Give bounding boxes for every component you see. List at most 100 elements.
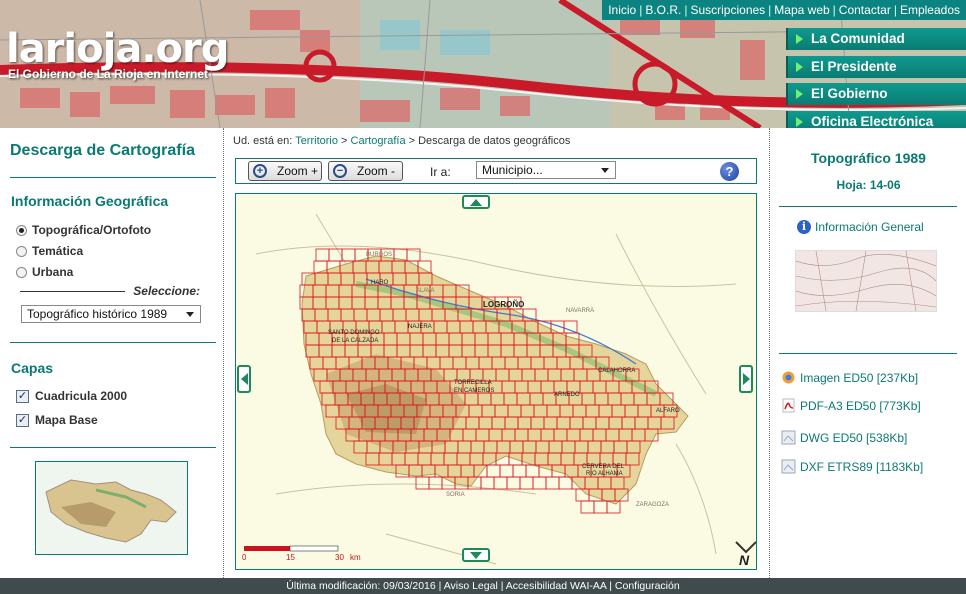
scale-label-15: 15 xyxy=(286,553,295,562)
arrow-up-icon xyxy=(470,198,482,206)
download-dwg-ed50[interactable]: DWG ED50 [538Kb] xyxy=(781,430,907,445)
pan-left-button[interactable] xyxy=(237,365,251,393)
sheet-thumbnail xyxy=(795,250,937,312)
chevron-down-icon xyxy=(601,168,609,173)
pan-down-button[interactable] xyxy=(462,548,490,562)
site-header: Inicio | B.O.R. | Suscripciones | Mapa web | Con… xyxy=(0,0,966,128)
top-link-bor[interactable]: B.O.R. xyxy=(645,3,681,17)
breadcrumb-prefix: Ud. está en: xyxy=(233,135,293,147)
download-label: Imagen ED50 [237Kb] xyxy=(800,370,919,385)
overview-minimap[interactable] xyxy=(35,461,188,555)
site-logo-subtitle: El Gobierno de La Rioja en Internet xyxy=(8,67,209,81)
top-link-contactar[interactable]: Contactar xyxy=(839,3,891,17)
info-geo-heading: Información Geográfica xyxy=(11,193,169,209)
nav-item-label: La Comunidad xyxy=(811,31,905,46)
top-link-empleados[interactable]: Empleados xyxy=(900,3,960,17)
download-dxf-etrs89[interactable]: DXF ETRS89 [1183Kb] xyxy=(781,459,923,474)
site-footer[interactable]: Última modificación: 09/03/2016 | Aviso … xyxy=(0,578,966,594)
radio-unchecked-icon[interactable] xyxy=(16,266,27,278)
zoom-out-label: Zoom - xyxy=(357,164,396,178)
top-link-mapa-web[interactable]: Mapa web xyxy=(774,3,829,17)
map-label-alfaro: ALFARO xyxy=(656,408,680,414)
chevron-down-icon xyxy=(186,312,194,317)
radio-urbana[interactable]: Urbana xyxy=(16,265,73,279)
nav-item-el-gobierno[interactable]: El Gobierno xyxy=(786,83,966,105)
download-pdf-ed50[interactable]: PDF-A3 ED50 [773Kb] xyxy=(781,398,921,413)
arrow-down-icon xyxy=(470,551,482,559)
top-links-bar: Inicio | B.O.R. | Suscripciones | Mapa web | Con… xyxy=(602,0,966,20)
map-label-cervera: CERVERA DEL xyxy=(582,464,625,470)
zoom-out-icon: − xyxy=(333,164,347,178)
map-type-select[interactable]: Topográfico histórico 1989 xyxy=(21,305,201,323)
north-label: N xyxy=(739,552,750,568)
main-content: Ud. está en: Territorio > Cartografía > … xyxy=(225,128,770,578)
download-label: DXF ETRS89 [1183Kb] xyxy=(800,459,924,474)
dxf-file-icon xyxy=(781,459,796,474)
arrow-right-icon xyxy=(796,89,803,99)
thumbnail-svg xyxy=(795,250,937,312)
map-viewer[interactable]: BURGOS HARO ALAVA LOGROÑO NAVARRA NAJERA… xyxy=(235,193,757,570)
info-general-label: Información General xyxy=(815,220,924,234)
map-canvas[interactable]: BURGOS HARO ALAVA LOGROÑO NAVARRA NAJERA… xyxy=(236,194,757,570)
map-label-navarra: NAVARRA xyxy=(566,308,594,314)
top-link-inicio[interactable]: Inicio xyxy=(608,3,636,17)
right-sidebar: Topográfico 1989 Hoja: 14-06 i Informació… xyxy=(771,128,966,578)
map-label-zaragoza: ZARAGOZA xyxy=(636,502,669,508)
pan-up-button[interactable] xyxy=(462,195,490,209)
sheet-title: Topográfico 1989 xyxy=(811,150,926,166)
nav-item-la-comunidad[interactable]: La Comunidad xyxy=(786,28,966,50)
nav-item-el-presidente[interactable]: El Presidente xyxy=(786,55,966,78)
divider xyxy=(20,290,126,292)
goto-municipio-select[interactable]: Municipio... xyxy=(476,161,616,179)
info-icon: i xyxy=(797,220,811,234)
nav-item-oficina-electronica[interactable]: Oficina Electrónica xyxy=(786,110,966,129)
map-label-cervera-2: RIO ALHAMA xyxy=(586,471,623,477)
map-label-najera: NAJERA xyxy=(408,324,432,330)
zoom-in-button[interactable]: + Zoom + xyxy=(248,161,322,181)
map-label-torrecilla-2: EN CAMEROS xyxy=(454,388,494,394)
divider xyxy=(10,447,216,448)
info-general-link[interactable]: i Información General xyxy=(797,220,924,234)
help-icon[interactable]: ? xyxy=(720,162,739,181)
minimap-svg xyxy=(36,462,187,554)
radio-unchecked-icon[interactable] xyxy=(16,245,27,257)
main-nav: La Comunidad El Presidente El Gobierno O… xyxy=(786,28,966,128)
breadcrumb-link-cartografia[interactable]: Cartografía xyxy=(351,135,406,147)
map-label-haro: HARO xyxy=(371,280,389,286)
breadcrumb: Ud. está en: Territorio > Cartografía > … xyxy=(233,135,571,147)
checkbox-checked-icon[interactable]: ✓ xyxy=(16,389,29,403)
radio-label: Urbana xyxy=(32,265,74,279)
nav-item-label: Oficina Electrónica xyxy=(811,113,934,129)
scale-unit: km xyxy=(350,553,361,562)
layer-cuadricula-checkbox[interactable]: ✓ Cuadricula 2000 xyxy=(16,389,127,403)
radio-topografica[interactable]: Topográfica/Ortofoto xyxy=(16,223,151,237)
zoom-in-label: Zoom + xyxy=(277,164,319,178)
arrow-right-icon xyxy=(796,34,803,44)
arrow-right-icon xyxy=(796,61,803,72)
download-imagen-ed50[interactable]: Imagen ED50 [237Kb] xyxy=(781,370,918,385)
scale-label-0: 0 xyxy=(242,553,247,562)
map-label-logrono: LOGROÑO xyxy=(483,300,524,309)
breadcrumb-current: Descarga de datos geográficos xyxy=(418,135,571,147)
arrow-left-icon xyxy=(240,373,248,385)
pan-right-button[interactable] xyxy=(739,365,753,393)
layer-mapa-base-checkbox[interactable]: ✓ Mapa Base xyxy=(16,413,98,427)
radio-checked-icon[interactable] xyxy=(16,224,27,236)
map-label-alava: ALAVA xyxy=(416,288,434,294)
breadcrumb-link-territorio[interactable]: Territorio xyxy=(295,135,338,147)
map-label-santo-domingo: SANTO DOMINGO xyxy=(328,330,380,336)
pdf-icon xyxy=(781,398,796,413)
map-label-santo-domingo-2: DE LA CALZADA xyxy=(332,338,378,344)
checkbox-checked-icon[interactable]: ✓ xyxy=(16,413,29,427)
radio-label: Topográfica/Ortofoto xyxy=(32,223,152,237)
checkbox-label: Mapa Base xyxy=(35,413,98,427)
zoom-in-icon: + xyxy=(253,164,267,178)
select-label: Seleccione: xyxy=(133,284,200,298)
divider xyxy=(10,177,216,178)
scale-label-30: 30 xyxy=(335,553,344,562)
download-label: DWG ED50 [538Kb] xyxy=(800,430,908,445)
top-link-suscripciones[interactable]: Suscripciones xyxy=(690,3,765,17)
zoom-out-button[interactable]: − Zoom - xyxy=(328,161,403,181)
site-logo[interactable]: larioja.org xyxy=(6,26,229,72)
radio-tematica[interactable]: Temática xyxy=(16,244,83,258)
